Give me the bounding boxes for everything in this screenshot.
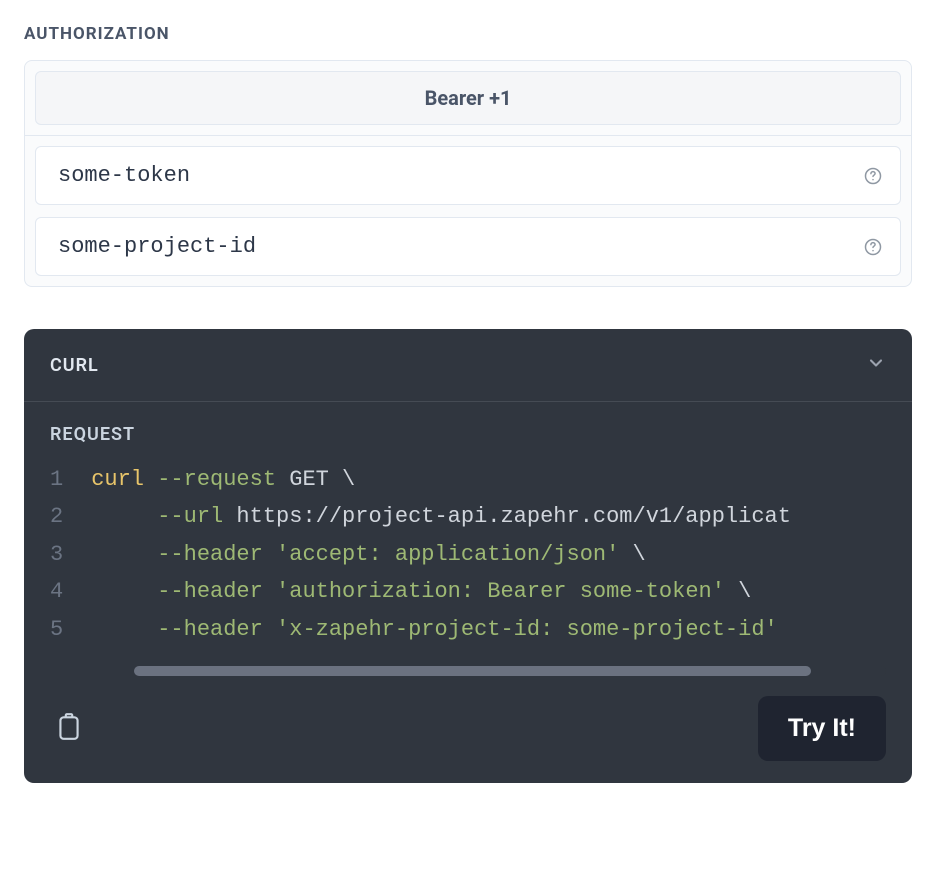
code-area: 1curl --request GET \2 --url https://pro…: [24, 449, 912, 676]
authorization-container: Bearer +1: [24, 60, 912, 287]
code-panel: CURL REQUEST 1curl --request GET \2 --ur…: [24, 329, 912, 783]
line-content: --header 'accept: application/json' \: [91, 536, 886, 573]
line-number: 3: [50, 536, 91, 573]
request-label: REQUEST: [24, 402, 912, 449]
language-selector[interactable]: CURL: [24, 329, 912, 402]
code-line: 1curl --request GET \: [50, 461, 886, 498]
line-content: --header 'x-zapehr-project-id: some-proj…: [91, 611, 886, 648]
horizontal-scrollbar[interactable]: [134, 666, 886, 676]
divider: [25, 135, 911, 136]
help-icon[interactable]: [863, 237, 883, 257]
authorization-title: AUTHORIZATION: [24, 24, 912, 44]
token-input-wrapper: [35, 146, 901, 205]
project-id-input-wrapper: [35, 217, 901, 276]
copy-button[interactable]: [50, 706, 88, 751]
line-number: 5: [50, 611, 91, 648]
line-content: --header 'authorization: Bearer some-tok…: [91, 573, 886, 610]
help-icon[interactable]: [863, 166, 883, 186]
code-line: 2 --url https://project-api.zapehr.com/v…: [50, 498, 886, 535]
code-footer: Try It!: [24, 676, 912, 783]
clipboard-icon: [56, 712, 82, 745]
scrollbar-thumb[interactable]: [134, 666, 811, 676]
code-line: 4 --header 'authorization: Bearer some-t…: [50, 573, 886, 610]
language-label: CURL: [50, 355, 99, 376]
line-number: 2: [50, 498, 91, 535]
token-input[interactable]: [35, 146, 901, 205]
try-it-button[interactable]: Try It!: [758, 696, 886, 761]
authorization-section: AUTHORIZATION Bearer +1: [24, 24, 912, 287]
code-line: 3 --header 'accept: application/json' \: [50, 536, 886, 573]
line-content: curl --request GET \: [91, 461, 886, 498]
bearer-toggle[interactable]: Bearer +1: [35, 71, 901, 125]
line-number: 1: [50, 461, 91, 498]
code-line: 5 --header 'x-zapehr-project-id: some-pr…: [50, 611, 886, 648]
chevron-down-icon: [866, 353, 886, 377]
code-lines: 1curl --request GET \2 --url https://pro…: [24, 461, 912, 666]
line-number: 4: [50, 573, 91, 610]
line-content: --url https://project-api.zapehr.com/v1/…: [91, 498, 886, 535]
project-id-input[interactable]: [35, 217, 901, 276]
